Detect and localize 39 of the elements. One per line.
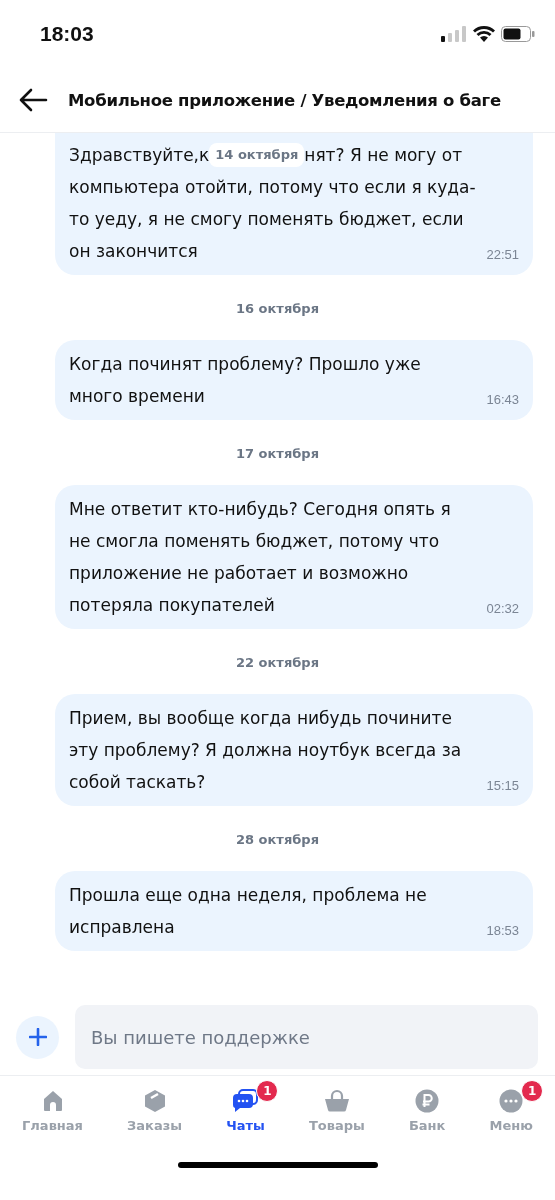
message-text: Здравствуйте,к bbox=[69, 144, 210, 167]
chat-title: Мобильное приложение / Уведомления о баге bbox=[68, 90, 501, 110]
notification-badge: 1 bbox=[521, 1080, 544, 1102]
wifi-icon bbox=[473, 26, 495, 42]
date-chip: 14 октября bbox=[209, 143, 305, 167]
date-separator: 22 октября bbox=[236, 655, 319, 670]
message-text: Мне ответит кто-нибудь? Сегодня опять я не смогла поменять бюджет, потому что приложение не работает и возможно потеряла покупателей bbox=[69, 498, 452, 617]
tab[interactable]: 1 Меню bbox=[473, 1078, 549, 1154]
tab[interactable]: Главная bbox=[6, 1078, 99, 1154]
date-separator: 16 октября bbox=[236, 301, 319, 316]
box-icon bbox=[142, 1089, 167, 1113]
back-arrow-icon[interactable] bbox=[18, 88, 48, 112]
tab[interactable]: 1 Чаты bbox=[210, 1078, 281, 1154]
status-time: 18:03 bbox=[40, 22, 94, 46]
message-text: Прошла еще одна неделя, проблема не исправлена bbox=[69, 884, 428, 939]
date-separator: 17 октября bbox=[236, 446, 319, 461]
basket-icon bbox=[323, 1089, 350, 1113]
chat-bubbles-icon bbox=[232, 1089, 259, 1113]
message-text: Когда починят проблему? Прошло уже много времени bbox=[69, 353, 422, 408]
message-time: 02:32 bbox=[486, 600, 519, 618]
tab[interactable]: Заказы bbox=[111, 1078, 199, 1154]
more-icon bbox=[499, 1089, 524, 1113]
notification-badge: 1 bbox=[256, 1080, 279, 1102]
message-time: 18:53 bbox=[486, 922, 519, 940]
message-input[interactable]: Вы пишете поддержке bbox=[75, 1005, 538, 1069]
attach-button[interactable] bbox=[16, 1015, 59, 1059]
message-time: 22:51 bbox=[486, 246, 519, 264]
message-text: компьютера отойти, потому что если я куда-то уеду, я не смогу поменять бюджет, если он закончится bbox=[69, 176, 477, 263]
battery-icon bbox=[501, 26, 535, 42]
message-text: Прием, вы вообще когда нибудь почините эту проблему? Я должна ноутбук всегда за собой таскать? bbox=[69, 707, 463, 794]
message-time: 16:43 bbox=[486, 391, 519, 409]
plus-icon bbox=[28, 1028, 47, 1046]
message-text: нят? Я не могу от bbox=[304, 144, 463, 167]
tab[interactable]: Товары bbox=[292, 1078, 381, 1154]
message-time: 15:15 bbox=[486, 777, 519, 795]
ruble-icon bbox=[415, 1089, 440, 1113]
signal-icon bbox=[441, 26, 467, 42]
tab[interactable]: Банк bbox=[392, 1078, 462, 1154]
date-separator: 28 октября bbox=[236, 832, 319, 847]
